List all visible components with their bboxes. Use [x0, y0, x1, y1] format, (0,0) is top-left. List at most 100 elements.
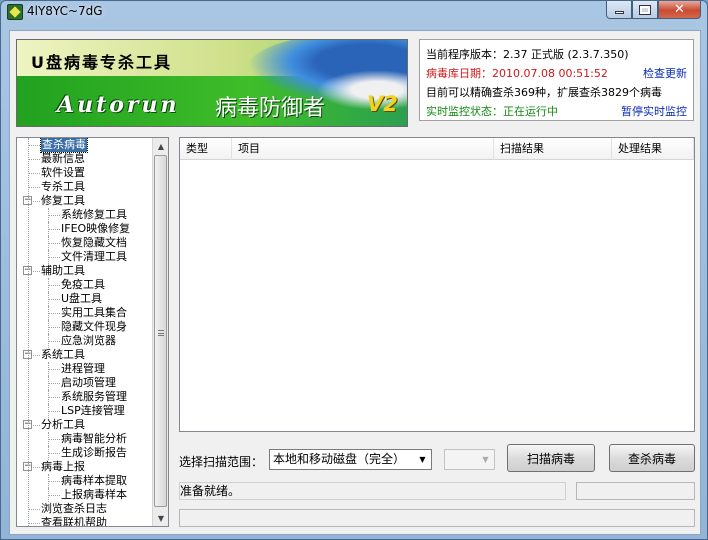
- banner-title: U盘病毒专杀工具: [31, 53, 172, 72]
- tree-item-label: 查杀病毒: [40, 138, 88, 153]
- app-icon: [7, 4, 23, 20]
- tree-item[interactable]: 专杀工具: [17, 180, 153, 194]
- tree-item[interactable]: IFEO映像修复: [17, 222, 153, 236]
- tree-item[interactable]: 病毒样本提取: [17, 474, 153, 488]
- tree-item-label: 免疫工具: [61, 278, 105, 291]
- db-date-value: 2010.07.08 00:51:52: [492, 67, 608, 80]
- window-title: 4lY8YC~7dG: [27, 4, 103, 18]
- tree-item-label: 软件设置: [41, 166, 85, 179]
- tree-item-label: U盘工具: [61, 292, 103, 305]
- banner-product-name: Autorun: [57, 92, 180, 118]
- version-info: 当前程序版本：2.37 正式版 (2.3.7.350): [426, 48, 629, 61]
- tree-item[interactable]: 恢复隐藏文档: [17, 236, 153, 250]
- tree-item-label: 病毒样本提取: [61, 474, 127, 487]
- status-text: 准备就绪。: [179, 482, 566, 500]
- navigation-tree[interactable]: 查杀病毒 最新信息 软件设置 专杀工具 − 修复工具 系统修复工具 IFEO映像修复 恢复隐藏文…: [16, 137, 169, 527]
- tree-item[interactable]: 进程管理: [17, 362, 153, 376]
- scroll-thumb[interactable]: [154, 155, 167, 507]
- tree-item-label: 隐藏文件现身: [61, 320, 127, 333]
- check-update-link[interactable]: 检查更新: [643, 65, 687, 81]
- tree-item-label: IFEO映像修复: [61, 222, 131, 235]
- kill-virus-button[interactable]: 查杀病毒: [609, 444, 695, 472]
- tree-item[interactable]: 上报病毒样本: [17, 488, 153, 502]
- minimize-button[interactable]: [606, 1, 632, 19]
- tree-item[interactable]: LSP连接管理: [17, 404, 153, 418]
- tree-item-label: 应急浏览器: [61, 334, 116, 347]
- tree-item-label: 查看联机帮助: [41, 516, 107, 526]
- tree-item[interactable]: − 辅助工具: [17, 264, 153, 278]
- tree-item-label: 上报病毒样本: [61, 488, 127, 501]
- main-window: 4lY8YC~7dG ✕ U盘病毒专杀工具 Autorun 病毒防御者 V2 当…: [0, 0, 708, 540]
- scan-scope-label: 选择扫描范围：: [179, 455, 264, 469]
- tree-item[interactable]: 病毒智能分析: [17, 432, 153, 446]
- progress-bar: [179, 509, 695, 527]
- client-area: U盘病毒专杀工具 Autorun 病毒防御者 V2 当前程序版本：2.37 正式…: [9, 30, 701, 535]
- tree-item[interactable]: − 系统工具: [17, 348, 153, 362]
- tree-item[interactable]: 查看联机帮助: [17, 516, 153, 526]
- tree-item-label: 修复工具: [41, 194, 85, 207]
- capability-info: 目前可以精确查杀369种，扩展查杀3829个病毒: [426, 86, 662, 99]
- tree-item-label: 恢复隐藏文档: [61, 236, 127, 249]
- tree-item[interactable]: 生成诊断报告: [17, 446, 153, 460]
- tree-item[interactable]: 查杀病毒: [17, 138, 153, 153]
- tree-item[interactable]: 浏览查杀日志: [17, 502, 153, 516]
- column-header-scan-result[interactable]: 扫描结果: [494, 138, 612, 160]
- tree-item[interactable]: U盘工具: [17, 292, 153, 306]
- tree-item[interactable]: 文件清理工具: [17, 250, 153, 264]
- tree-item-label: 实用工具集合: [61, 306, 127, 319]
- tree-items: 查杀病毒 最新信息 软件设置 专杀工具 − 修复工具 系统修复工具 IFEO映像修复 恢复隐藏文…: [17, 138, 153, 526]
- tree-item[interactable]: 系统服务管理: [17, 390, 153, 404]
- close-icon: ✕: [674, 2, 685, 17]
- tree-item-label: 进程管理: [61, 362, 105, 375]
- tree-item-label: 最新信息: [41, 152, 85, 165]
- grip-icon: [158, 330, 164, 336]
- tree-item[interactable]: 应急浏览器: [17, 334, 153, 348]
- list-header: 类型 项目 扫描结果 处理结果: [180, 138, 694, 160]
- minimize-icon: [614, 11, 624, 14]
- tree-item-label: 系统服务管理: [61, 390, 127, 403]
- tree-item[interactable]: 软件设置: [17, 166, 153, 180]
- tree-item-label: 分析工具: [41, 418, 85, 431]
- version-badge: V2: [367, 92, 398, 116]
- tree-item[interactable]: 启动项管理: [17, 376, 153, 390]
- secondary-select[interactable]: ▼: [444, 449, 495, 470]
- tree-item[interactable]: 实用工具集合: [17, 306, 153, 320]
- db-date-label: 病毒库日期：: [426, 67, 492, 80]
- tree-item[interactable]: 隐藏文件现身: [17, 320, 153, 334]
- monitor-status-value: 正在运行中: [503, 105, 558, 118]
- tree-item[interactable]: 最新信息: [17, 152, 153, 166]
- scan-virus-button[interactable]: 扫描病毒: [507, 444, 595, 472]
- product-banner: U盘病毒专杀工具 Autorun 病毒防御者 V2: [16, 39, 408, 127]
- chevron-down-icon: ▼: [419, 455, 426, 464]
- pause-monitor-link[interactable]: 暂停实时监控: [621, 103, 687, 119]
- tree-item-label: 文件清理工具: [61, 250, 127, 263]
- chevron-down-icon: ▼: [482, 455, 489, 464]
- column-header-type[interactable]: 类型: [180, 138, 232, 160]
- scroll-down-icon[interactable]: ▼: [153, 510, 168, 526]
- banner-subtitle: 病毒防御者: [215, 96, 326, 121]
- info-panel: 当前程序版本：2.37 正式版 (2.3.7.350) 病毒库日期：2010.0…: [419, 39, 694, 121]
- tree-item[interactable]: 免疫工具: [17, 278, 153, 292]
- tree-item-label: 系统工具: [41, 348, 85, 361]
- scan-results-list[interactable]: 类型 项目 扫描结果 处理结果: [179, 137, 695, 432]
- close-button[interactable]: ✕: [658, 1, 701, 19]
- title-bar[interactable]: 4lY8YC~7dG ✕: [1, 1, 707, 23]
- tree-item-label: 病毒智能分析: [61, 432, 127, 445]
- tree-item[interactable]: − 病毒上报: [17, 460, 153, 474]
- tree-item-label: LSP连接管理: [61, 404, 125, 417]
- tree-item-label: 病毒上报: [41, 460, 85, 473]
- maximize-icon: [639, 4, 651, 15]
- column-header-item[interactable]: 项目: [232, 138, 494, 160]
- tree-item[interactable]: − 分析工具: [17, 418, 153, 432]
- tree-item-label: 系统修复工具: [61, 208, 127, 221]
- tree-item[interactable]: − 修复工具: [17, 194, 153, 208]
- maximize-button[interactable]: [632, 1, 658, 19]
- tree-scrollbar[interactable]: ▲ ▼: [152, 138, 168, 526]
- scan-scope-value: 本地和移动磁盘（完全）: [273, 452, 406, 466]
- column-header-action-result[interactable]: 处理结果: [612, 138, 694, 160]
- scan-scope-select[interactable]: 本地和移动磁盘（完全） ▼: [269, 449, 432, 470]
- tree-item-label: 浏览查杀日志: [41, 502, 107, 515]
- tree-item[interactable]: 系统修复工具: [17, 208, 153, 222]
- tree-item-label: 启动项管理: [61, 376, 116, 389]
- scroll-up-icon[interactable]: ▲: [153, 138, 168, 154]
